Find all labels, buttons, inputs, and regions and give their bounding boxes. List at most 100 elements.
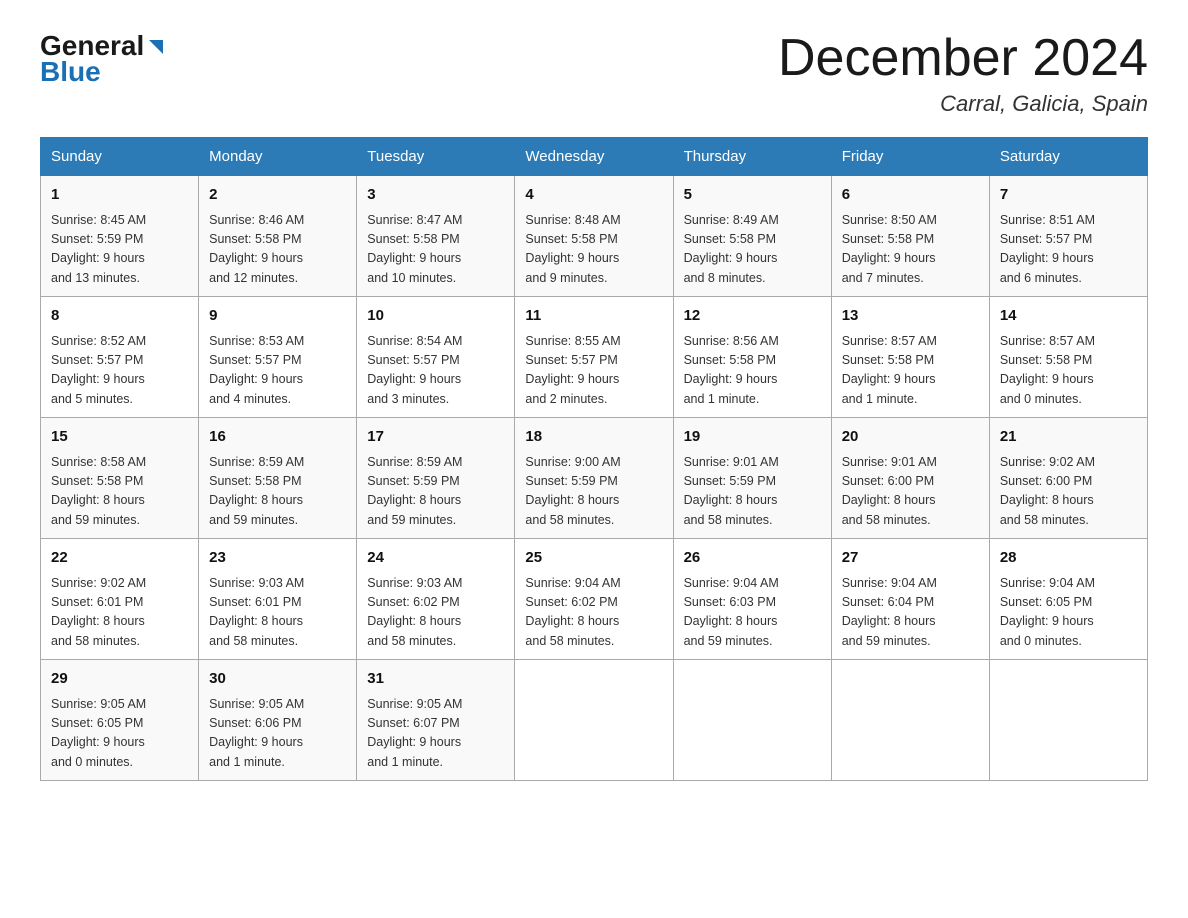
day-info: Sunrise: 9:05 AMSunset: 6:07 PMDaylight:…: [367, 695, 504, 773]
calendar-cell: 2 Sunrise: 8:46 AMSunset: 5:58 PMDaylight…: [199, 176, 357, 297]
calendar-cell: 29 Sunrise: 9:05 AMSunset: 6:05 PMDayligh…: [41, 660, 199, 781]
calendar-cell: 8Sunrise: 8:52 AMSunset: 5:57 PMDaylight…: [41, 297, 199, 418]
location-subtitle: Carral, Galicia, Spain: [778, 91, 1148, 117]
weekday-header-tuesday: Tuesday: [357, 138, 515, 176]
calendar-cell: 3 Sunrise: 8:47 AMSunset: 5:58 PMDaylight…: [357, 176, 515, 297]
day-info: Sunrise: 9:03 AMSunset: 6:02 PMDaylight:…: [367, 574, 504, 652]
calendar-cell: 5 Sunrise: 8:49 AMSunset: 5:58 PMDaylight…: [673, 176, 831, 297]
day-number: 11: [525, 305, 662, 328]
calendar-cell: 1 Sunrise: 8:45 AMSunset: 5:59 PMDaylight…: [41, 176, 199, 297]
calendar-cell: 13 Sunrise: 8:57 AMSunset: 5:58 PMDayligh…: [831, 297, 989, 418]
weekday-header-sunday: Sunday: [41, 138, 199, 176]
day-info: Sunrise: 8:55 AMSunset: 5:57 PMDaylight:…: [525, 332, 662, 410]
weekday-header-saturday: Saturday: [989, 138, 1147, 176]
day-info: Sunrise: 9:05 AMSunset: 6:06 PMDaylight:…: [209, 695, 346, 773]
day-number: 1: [51, 184, 188, 207]
weekday-header-wednesday: Wednesday: [515, 138, 673, 176]
calendar-cell: 26Sunrise: 9:04 AMSunset: 6:03 PMDayligh…: [673, 539, 831, 660]
calendar-cell: 12 Sunrise: 8:56 AMSunset: 5:58 PMDayligh…: [673, 297, 831, 418]
calendar-week-row: 1 Sunrise: 8:45 AMSunset: 5:59 PMDaylight…: [41, 176, 1148, 297]
calendar-cell: 4Sunrise: 8:48 AMSunset: 5:58 PMDaylight…: [515, 176, 673, 297]
day-info: Sunrise: 9:03 AMSunset: 6:01 PMDaylight:…: [209, 574, 346, 652]
calendar-cell: 9Sunrise: 8:53 AMSunset: 5:57 PMDaylight…: [199, 297, 357, 418]
day-number: 25: [525, 547, 662, 570]
day-info: Sunrise: 9:04 AMSunset: 6:05 PMDaylight:…: [1000, 574, 1137, 652]
calendar-week-row: 8Sunrise: 8:52 AMSunset: 5:57 PMDaylight…: [41, 297, 1148, 418]
day-number: 29: [51, 668, 188, 691]
calendar-cell: 10 Sunrise: 8:54 AMSunset: 5:57 PMDayligh…: [357, 297, 515, 418]
day-number: 31: [367, 668, 504, 691]
day-info: Sunrise: 9:01 AMSunset: 5:59 PMDaylight:…: [684, 453, 821, 531]
day-number: 30: [209, 668, 346, 691]
day-info: Sunrise: 8:47 AMSunset: 5:58 PMDaylight:…: [367, 211, 504, 289]
calendar-cell: 18Sunrise: 9:00 AMSunset: 5:59 PMDayligh…: [515, 418, 673, 539]
day-number: 10: [367, 305, 504, 328]
day-info: Sunrise: 9:01 AMSunset: 6:00 PMDaylight:…: [842, 453, 979, 531]
day-number: 8: [51, 305, 188, 328]
day-info: Sunrise: 8:53 AMSunset: 5:57 PMDaylight:…: [209, 332, 346, 410]
calendar-week-row: 22Sunrise: 9:02 AMSunset: 6:01 PMDayligh…: [41, 539, 1148, 660]
day-info: Sunrise: 8:57 AMSunset: 5:58 PMDaylight:…: [842, 332, 979, 410]
day-info: Sunrise: 8:50 AMSunset: 5:58 PMDaylight:…: [842, 211, 979, 289]
logo-arrow-icon: [145, 36, 167, 58]
calendar-cell: 23Sunrise: 9:03 AMSunset: 6:01 PMDayligh…: [199, 539, 357, 660]
month-title: December 2024: [778, 30, 1148, 87]
calendar-table: SundayMondayTuesdayWednesdayThursdayFrid…: [40, 137, 1148, 781]
weekday-header-row: SundayMondayTuesdayWednesdayThursdayFrid…: [41, 138, 1148, 176]
day-info: Sunrise: 8:54 AMSunset: 5:57 PMDaylight:…: [367, 332, 504, 410]
title-block: December 2024 Carral, Galicia, Spain: [778, 30, 1148, 117]
day-number: 16: [209, 426, 346, 449]
calendar-cell: 31 Sunrise: 9:05 AMSunset: 6:07 PMDayligh…: [357, 660, 515, 781]
day-info: Sunrise: 8:49 AMSunset: 5:58 PMDaylight:…: [684, 211, 821, 289]
day-info: Sunrise: 8:58 AMSunset: 5:58 PMDaylight:…: [51, 453, 188, 531]
day-number: 14: [1000, 305, 1137, 328]
calendar-week-row: 15 Sunrise: 8:58 AMSunset: 5:58 PMDayligh…: [41, 418, 1148, 539]
day-number: 27: [842, 547, 979, 570]
day-info: Sunrise: 9:04 AMSunset: 6:02 PMDaylight:…: [525, 574, 662, 652]
day-number: 21: [1000, 426, 1137, 449]
calendar-cell: 15 Sunrise: 8:58 AMSunset: 5:58 PMDayligh…: [41, 418, 199, 539]
calendar-cell: 19Sunrise: 9:01 AMSunset: 5:59 PMDayligh…: [673, 418, 831, 539]
page-header: General Blue December 2024 Carral, Galic…: [40, 30, 1148, 117]
day-number: 5: [684, 184, 821, 207]
day-number: 6: [842, 184, 979, 207]
calendar-cell: 27 Sunrise: 9:04 AMSunset: 6:04 PMDayligh…: [831, 539, 989, 660]
weekday-header-monday: Monday: [199, 138, 357, 176]
day-number: 28: [1000, 547, 1137, 570]
calendar-cell: [673, 660, 831, 781]
weekday-header-friday: Friday: [831, 138, 989, 176]
day-info: Sunrise: 9:05 AMSunset: 6:05 PMDaylight:…: [51, 695, 188, 773]
day-info: Sunrise: 9:02 AMSunset: 6:00 PMDaylight:…: [1000, 453, 1137, 531]
calendar-cell: 22Sunrise: 9:02 AMSunset: 6:01 PMDayligh…: [41, 539, 199, 660]
calendar-cell: 6 Sunrise: 8:50 AMSunset: 5:58 PMDaylight…: [831, 176, 989, 297]
day-info: Sunrise: 8:46 AMSunset: 5:58 PMDaylight:…: [209, 211, 346, 289]
day-number: 17: [367, 426, 504, 449]
calendar-cell: 14 Sunrise: 8:57 AMSunset: 5:58 PMDayligh…: [989, 297, 1147, 418]
weekday-header-thursday: Thursday: [673, 138, 831, 176]
day-info: Sunrise: 8:56 AMSunset: 5:58 PMDaylight:…: [684, 332, 821, 410]
day-info: Sunrise: 9:04 AMSunset: 6:04 PMDaylight:…: [842, 574, 979, 652]
day-info: Sunrise: 8:45 AMSunset: 5:59 PMDaylight:…: [51, 211, 188, 289]
calendar-cell: 7Sunrise: 8:51 AMSunset: 5:57 PMDaylight…: [989, 176, 1147, 297]
day-info: Sunrise: 8:59 AMSunset: 5:59 PMDaylight:…: [367, 453, 504, 531]
day-number: 12: [684, 305, 821, 328]
calendar-cell: 28 Sunrise: 9:04 AMSunset: 6:05 PMDayligh…: [989, 539, 1147, 660]
calendar-cell: 17 Sunrise: 8:59 AMSunset: 5:59 PMDayligh…: [357, 418, 515, 539]
calendar-cell: 25 Sunrise: 9:04 AMSunset: 6:02 PMDayligh…: [515, 539, 673, 660]
day-info: Sunrise: 8:48 AMSunset: 5:58 PMDaylight:…: [525, 211, 662, 289]
day-number: 18: [525, 426, 662, 449]
day-number: 3: [367, 184, 504, 207]
day-number: 2: [209, 184, 346, 207]
calendar-cell: 24Sunrise: 9:03 AMSunset: 6:02 PMDayligh…: [357, 539, 515, 660]
calendar-cell: 20 Sunrise: 9:01 AMSunset: 6:00 PMDayligh…: [831, 418, 989, 539]
day-number: 7: [1000, 184, 1137, 207]
day-number: 26: [684, 547, 821, 570]
day-number: 15: [51, 426, 188, 449]
day-number: 22: [51, 547, 188, 570]
day-info: Sunrise: 8:57 AMSunset: 5:58 PMDaylight:…: [1000, 332, 1137, 410]
day-number: 13: [842, 305, 979, 328]
calendar-cell: [989, 660, 1147, 781]
day-number: 20: [842, 426, 979, 449]
calendar-cell: [831, 660, 989, 781]
calendar-week-row: 29 Sunrise: 9:05 AMSunset: 6:05 PMDayligh…: [41, 660, 1148, 781]
